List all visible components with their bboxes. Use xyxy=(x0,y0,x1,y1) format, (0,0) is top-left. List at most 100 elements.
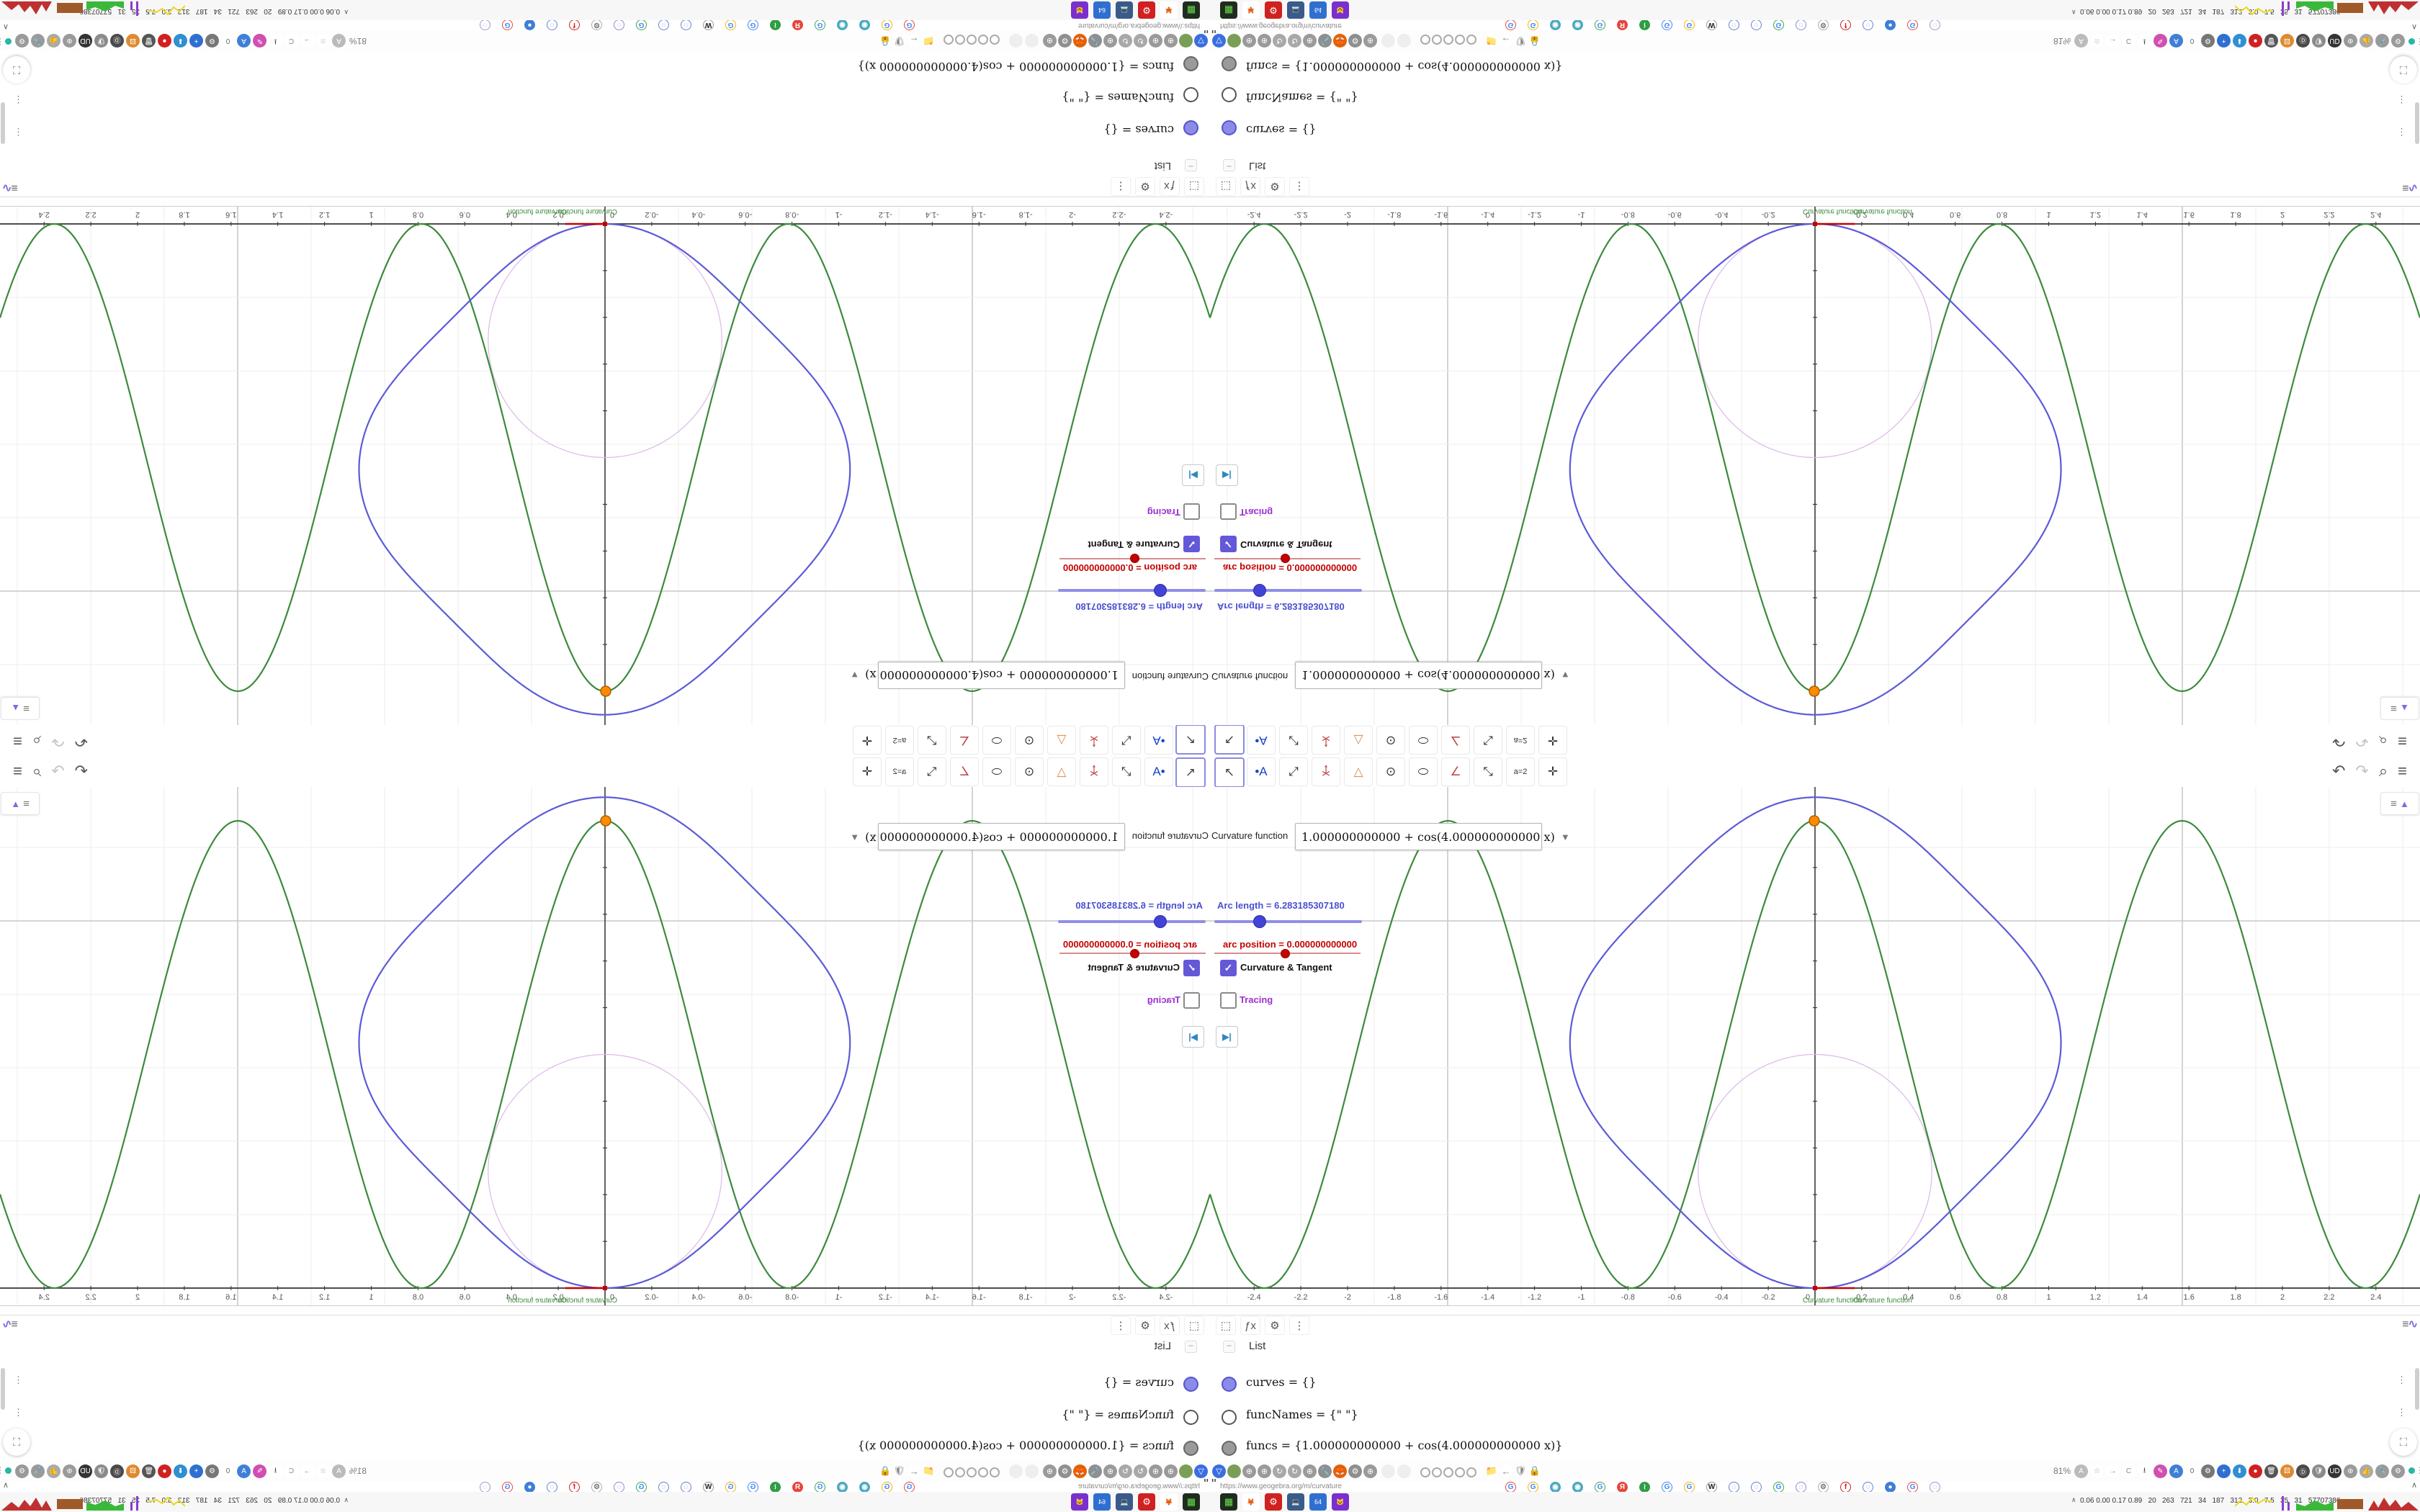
kebab-menu-icon[interactable]: ⋮ xyxy=(2397,1375,2406,1385)
bookmark-favicon[interactable]: ● xyxy=(1885,1482,1896,1493)
tool-perpendicular-button[interactable]: ⯢ xyxy=(1312,726,1340,755)
sysmon-chevron-icon[interactable]: ∧ xyxy=(344,8,349,16)
kebab-menu-icon[interactable]: ⋮ xyxy=(1111,177,1131,196)
curvature-tangent-checkbox[interactable]: ✓ xyxy=(1183,536,1200,552)
graphics-stylebar-button[interactable]: ≡ ▲ xyxy=(2380,792,2419,815)
tool-move-view-button[interactable]: ✛ xyxy=(853,726,882,755)
translate-blue-icon[interactable]: A xyxy=(2169,34,2183,48)
scrollbar[interactable] xyxy=(2415,1368,2419,1410)
bookmark-favicon[interactable]: ⚙ xyxy=(591,1482,602,1493)
translate-card-icon[interactable]: A xyxy=(2074,1464,2088,1478)
monitor-app-launcher[interactable]: 💻 xyxy=(1116,1,1133,19)
bookmark-favicon[interactable]: G xyxy=(1773,1482,1784,1493)
chevron-up-icon[interactable]: ∧ xyxy=(2411,22,2417,32)
terminal-green-launcher[interactable]: ▦ xyxy=(1220,1,1237,19)
settings-red-launcher[interactable]: ⚙ xyxy=(1265,1493,1282,1511)
gear-2-icon[interactable]: ⚙ xyxy=(2391,1464,2405,1478)
bookmark-favicon[interactable]: ◌ xyxy=(681,1482,691,1493)
tool-conic-button[interactable]: ⬭ xyxy=(1409,726,1438,755)
algebra-row-funcs[interactable]: funcs = {1.000000000000 + cos(4.00000000… xyxy=(1210,50,2420,80)
forward-icon[interactable]: → xyxy=(2106,1464,2120,1478)
fx-icon[interactable]: ƒx xyxy=(1240,177,1260,196)
bookmark-favicon[interactable]: G xyxy=(1505,1482,1516,1493)
tool-slider-button[interactable]: a=2 xyxy=(885,757,914,786)
ring-icon[interactable] xyxy=(1443,35,1453,45)
tool-conic-button[interactable]: ⬭ xyxy=(982,726,1011,755)
kebab-menu-icon[interactable]: ⋮ xyxy=(2416,1465,2420,1475)
shield-gray-icon[interactable]: 🛡 xyxy=(2312,1464,2326,1478)
menu-icon[interactable]: ≡ xyxy=(13,732,22,750)
trash-icon[interactable]: 🗑 xyxy=(142,1464,156,1478)
tool-angle-button[interactable]: ∠ xyxy=(950,757,979,786)
down-blue-icon[interactable]: ⬇ xyxy=(2233,34,2246,48)
translate-card-icon[interactable]: A xyxy=(332,1464,346,1478)
tool-circle-button[interactable]: ⊙ xyxy=(1376,726,1405,755)
bookmark-favicon[interactable]: ◌ xyxy=(1863,1482,1873,1493)
graphics-stylebar-button[interactable]: ≡ ▲ xyxy=(1,697,40,720)
kebab-menu-icon[interactable]: ⋮ xyxy=(2397,94,2406,105)
graphics-view[interactable]: -2.4 -2.2 -2 -1.8 -1.6 -1.4 -1.2 -1 -0.8 -0.6 -0.4… xyxy=(1210,206,2420,725)
visibility-toggle[interactable] xyxy=(1222,1410,1237,1425)
collapse-button[interactable]: − xyxy=(1223,159,1235,171)
kebab-menu-icon[interactable]: ⋮ xyxy=(14,94,23,105)
ud-circle-icon[interactable]: UD xyxy=(2328,1464,2341,1478)
bookmark-favicon[interactable]: ≀ xyxy=(770,1482,781,1493)
bookmark-favicon[interactable]: W xyxy=(703,1482,714,1493)
pen-icon[interactable]: ✎ xyxy=(2154,34,2167,48)
star-icon[interactable]: ☆ xyxy=(316,1464,330,1478)
gear-2-icon[interactable]: ⚙ xyxy=(15,1464,29,1478)
down-blue-icon[interactable]: ⬇ xyxy=(174,34,187,48)
folder-icon[interactable]: 📁 xyxy=(922,1464,935,1477)
arc-length-slider-knob[interactable] xyxy=(1154,915,1167,928)
geogebra-pin-icon[interactable]: ▽ xyxy=(1194,34,1208,48)
arc-length-slider-knob[interactable] xyxy=(1253,915,1266,928)
wrench-2-icon[interactable]: 🔧 xyxy=(2375,34,2389,48)
monitor-app-launcher[interactable]: 💻 xyxy=(1287,1,1304,19)
visibility-toggle[interactable] xyxy=(1222,120,1237,135)
fx-icon[interactable]: ƒx xyxy=(1240,1316,1260,1335)
bookmark-favicon[interactable]: G xyxy=(815,1482,825,1493)
bookmark-favicon[interactable]: G xyxy=(904,19,915,30)
tree-view-icon[interactable]: ⬚ xyxy=(1216,1316,1236,1335)
bookmark-favicon[interactable]: ≀ xyxy=(1639,1482,1650,1493)
menu-icon[interactable]: ≡ xyxy=(2398,762,2407,780)
tool-point-button[interactable]: •A xyxy=(1144,726,1173,755)
fx-icon[interactable]: ƒx xyxy=(1160,1316,1180,1335)
visibility-toggle[interactable] xyxy=(1183,1410,1198,1425)
bookmark-favicon[interactable]: Я xyxy=(792,1482,803,1493)
tool-angle-button[interactable]: ∠ xyxy=(950,726,979,755)
bookmark-favicon[interactable]: ◉ xyxy=(837,19,848,30)
tool-move-view-button[interactable]: ✛ xyxy=(853,757,882,786)
record-red-icon[interactable]: ● xyxy=(158,34,171,48)
gear-dark-icon[interactable]: ⚙ xyxy=(205,1464,219,1478)
list-header-row[interactable]: − List xyxy=(1210,145,2420,177)
tool-move-button[interactable]: ↖ xyxy=(1175,724,1206,755)
tool-move-button[interactable]: ↖ xyxy=(1175,757,1206,788)
lock-icon[interactable]: 🔒 xyxy=(879,35,892,48)
tracing-checkbox[interactable] xyxy=(1220,503,1237,520)
record-red-icon[interactable]: ● xyxy=(2249,1464,2262,1478)
arc-length-slider-track[interactable] xyxy=(1058,589,1206,592)
translate-blue-icon[interactable]: A xyxy=(2169,1464,2183,1478)
lock-icon[interactable]: 🔒 xyxy=(879,1464,892,1477)
bookmark-favicon[interactable]: ◌ xyxy=(547,19,557,30)
kebab-menu-icon[interactable]: ⋮ xyxy=(1111,1316,1131,1335)
tool-point-button[interactable]: •A xyxy=(1247,757,1276,786)
gear-icon[interactable]: ⚙ xyxy=(1348,1464,1362,1478)
down-blue-icon[interactable]: ⬇ xyxy=(174,1464,187,1478)
bookmark-favicon[interactable]: ◌ xyxy=(1751,1482,1762,1493)
oval-zero-icon[interactable]: 0 xyxy=(2185,34,2199,48)
fullscreen-button[interactable]: ⛶ xyxy=(2390,1428,2417,1456)
shield-icon[interactable]: 🛡 xyxy=(893,1464,906,1477)
shield-gray-icon[interactable]: 🛡 xyxy=(94,34,108,48)
bookmark-favicon[interactable]: G xyxy=(1595,19,1605,30)
tool-polygon-button[interactable]: △ xyxy=(1047,757,1076,786)
ring-icon[interactable] xyxy=(944,35,954,45)
bookmark-favicon[interactable]: G xyxy=(725,19,736,30)
undo-button[interactable]: ↶ xyxy=(2332,732,2345,750)
bookmark-favicon[interactable]: ◌ xyxy=(1863,19,1873,30)
arc-length-slider-track[interactable] xyxy=(1214,589,1362,592)
algebra-row-funcnames[interactable]: funcNames = {" "} ⋮ xyxy=(1210,1400,2420,1433)
monitor-app-launcher[interactable]: 💻 xyxy=(1116,1493,1133,1511)
collapse-button[interactable]: − xyxy=(1185,159,1197,171)
